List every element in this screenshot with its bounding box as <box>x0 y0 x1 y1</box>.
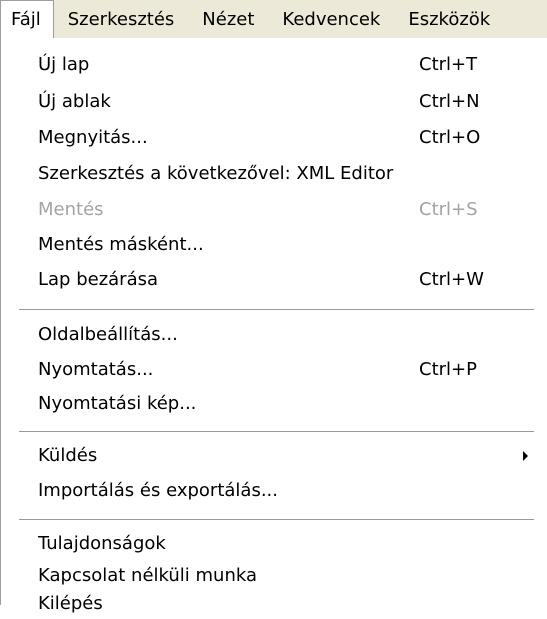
menu-item-page-setup[interactable]: Oldalbeállítás... <box>1 320 547 350</box>
menu-item-label: Nyomtatási kép... <box>38 393 197 414</box>
menu-item-exit[interactable]: Kilépés <box>1 589 547 619</box>
menu-item-label: Mentés <box>38 199 104 220</box>
menu-item-open[interactable]: Megnyitás... Ctrl+O <box>1 123 547 153</box>
menu-item-label: Új ablak <box>38 91 111 112</box>
menu-item-properties[interactable]: Tulajdonságok <box>1 529 547 559</box>
menu-item-label: Oldalbeállítás... <box>38 324 178 345</box>
menu-favorites[interactable]: Kedvencek <box>268 0 394 38</box>
menu-view[interactable]: Nézet <box>188 0 268 38</box>
menu-item-label: Szerkesztés a következővel: XML Editor <box>38 163 394 184</box>
menu-tools[interactable]: Eszközök <box>394 0 490 38</box>
menu-item-label: Új lap <box>38 54 90 75</box>
menu-item-label: Küldés <box>38 445 98 466</box>
menu-bar: Fájl Szerkesztés Nézet Kedvencek Eszközö… <box>0 0 547 38</box>
menu-item-label: Kapcsolat nélküli munka <box>38 565 258 586</box>
menu-item-import-export[interactable]: Importálás és exportálás... <box>1 476 547 506</box>
menu-item-label: Kilépés <box>38 593 103 614</box>
menu-separator <box>19 519 534 521</box>
menu-item-shortcut: Ctrl+W <box>419 269 484 290</box>
menu-item-print[interactable]: Nyomtatás... Ctrl+P <box>1 355 547 385</box>
submenu-arrow-icon <box>523 451 528 461</box>
menu-item-label: Megnyitás... <box>38 127 148 148</box>
menu-item-print-preview[interactable]: Nyomtatási kép... <box>1 389 547 419</box>
menu-item-shortcut: Ctrl+P <box>419 359 477 380</box>
menu-item-label: Mentés másként... <box>38 234 204 255</box>
menu-item-save-as[interactable]: Mentés másként... <box>1 230 547 260</box>
menu-item-label: Importálás és exportálás... <box>38 480 278 501</box>
menu-item-new-tab[interactable]: Új lap Ctrl+T <box>1 50 547 80</box>
menu-item-label: Nyomtatás... <box>38 359 154 380</box>
menu-item-label: Lap bezárása <box>38 269 159 290</box>
menu-item-save: Mentés Ctrl+S <box>1 195 547 225</box>
menu-item-label: Tulajdonságok <box>38 533 166 554</box>
menu-item-edit-with-xml-editor[interactable]: Szerkesztés a következővel: XML Editor <box>1 159 547 189</box>
menu-file[interactable]: Fájl <box>0 0 54 38</box>
menu-item-work-offline[interactable]: Kapcsolat nélküli munka <box>1 561 547 591</box>
menu-item-shortcut: Ctrl+O <box>419 127 481 148</box>
menu-item-send[interactable]: Küldés <box>1 441 547 471</box>
menu-item-close-tab[interactable]: Lap bezárása Ctrl+W <box>1 265 547 295</box>
menu-item-shortcut: Ctrl+S <box>419 199 478 220</box>
menu-item-new-window[interactable]: Új ablak Ctrl+N <box>1 87 547 117</box>
menu-separator <box>19 309 534 311</box>
file-menu-dropdown: Új lap Ctrl+T Új ablak Ctrl+N Megnyitás.… <box>0 38 547 614</box>
menu-item-shortcut: Ctrl+T <box>419 54 478 75</box>
menu-edit[interactable]: Szerkesztés <box>54 0 189 38</box>
menu-separator <box>19 431 534 433</box>
menu-item-shortcut: Ctrl+N <box>419 91 480 112</box>
